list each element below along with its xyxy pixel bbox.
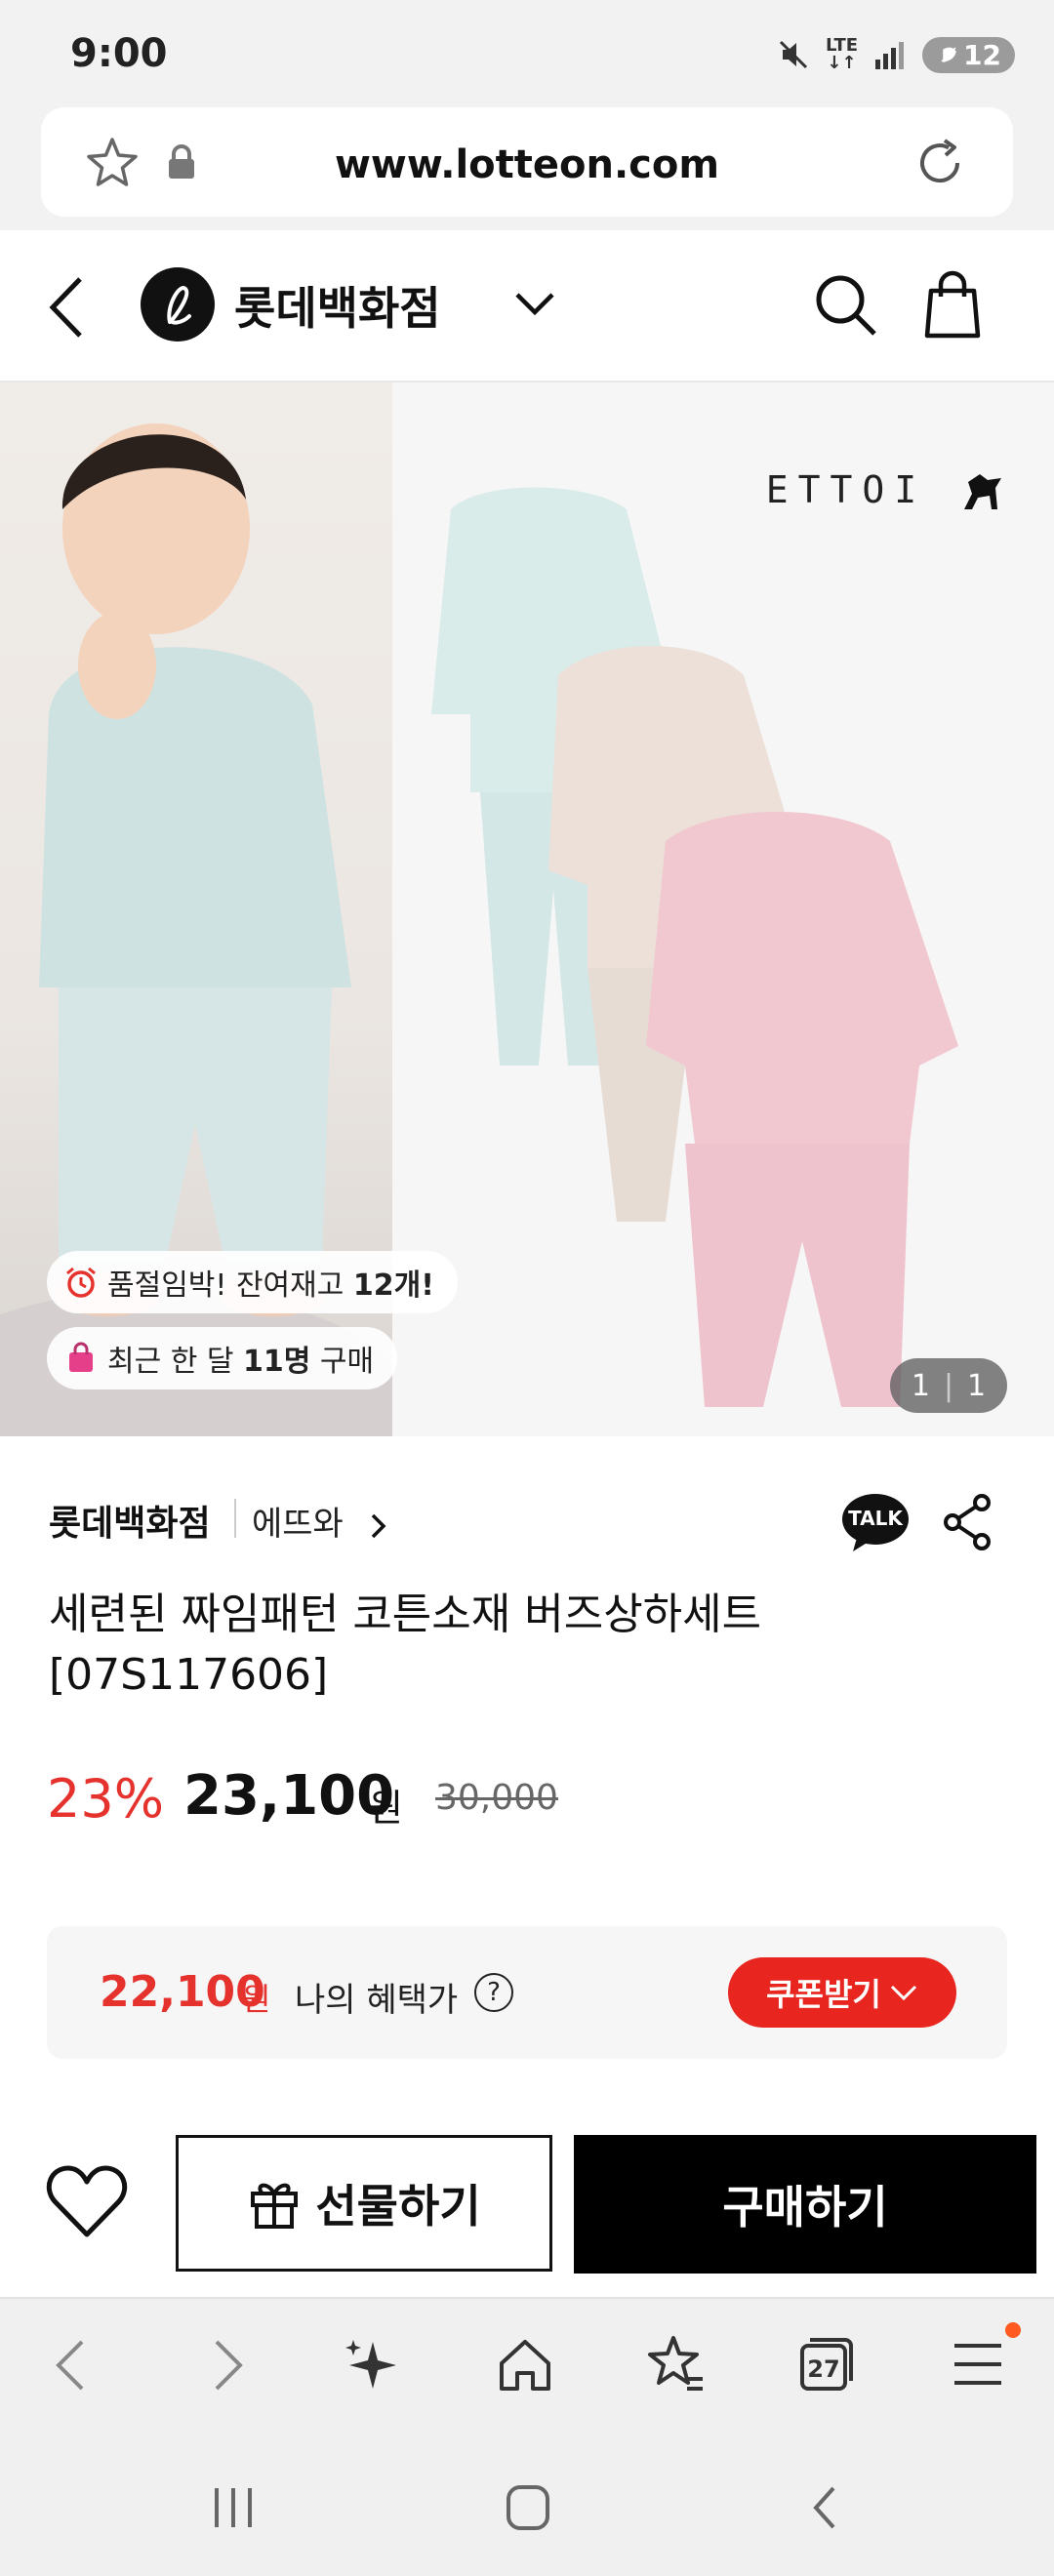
- chevron-right-icon[interactable]: [368, 1511, 389, 1541]
- store-name[interactable]: 롯데백화점: [234, 273, 441, 338]
- menu-icon[interactable]: [953, 2340, 1003, 2389]
- seller-name[interactable]: 롯데백화점: [49, 1495, 211, 1546]
- chevron-down-icon[interactable]: [513, 289, 556, 318]
- buy-button[interactable]: 구매하기: [574, 2135, 1036, 2274]
- product-title: 세련된 짜임패턴 코튼소재 버즈상하세트 [07S117606]: [49, 1590, 762, 1700]
- share-icon[interactable]: [941, 1493, 993, 1551]
- ettoi-brand-logo: ETTOI: [766, 468, 1005, 515]
- lotte-logo-icon[interactable]: [141, 267, 215, 342]
- recent-apps-icon[interactable]: [211, 2486, 256, 2529]
- battery-saver-icon: [941, 47, 956, 62]
- system-nav-bar: [0, 2434, 1054, 2576]
- shopping-bag-color-icon: [69, 1342, 93, 1372]
- chevron-down-icon[interactable]: [889, 1983, 918, 2002]
- talk-button[interactable]: TALK: [841, 1493, 910, 1553]
- benefit-currency: 원: [242, 1981, 271, 2018]
- notification-dot: [1005, 2322, 1021, 2338]
- low-stock-badge: 품절임박! 잔여재고 12개!: [47, 1251, 458, 1313]
- shopping-bag-icon[interactable]: [921, 269, 984, 340]
- low-stock-text: 품절임박! 잔여재고: [107, 1268, 353, 1303]
- sparkle-ai-icon[interactable]: [344, 2336, 402, 2395]
- browser-back-icon[interactable]: [51, 2336, 90, 2395]
- brand-link[interactable]: 에뜨와: [252, 1497, 389, 1545]
- benefit-price: 22,100: [100, 1967, 265, 2017]
- battery-level: 12: [963, 38, 1001, 71]
- divider: [234, 1499, 236, 1538]
- home-nav-icon[interactable]: [506, 2484, 550, 2531]
- gift-label[interactable]: 선물하기: [315, 2171, 480, 2235]
- benefit-price-box: 22,100 원 나의 혜택가 ? 쿠폰받기: [47, 1926, 1007, 2059]
- price-currency: 원: [369, 1787, 403, 1830]
- original-price: 30,000: [435, 1778, 558, 1818]
- sale-price: 23,100: [183, 1764, 395, 1828]
- browser-forward-icon[interactable]: [209, 2336, 248, 2395]
- product-lineup-photo: [392, 382, 1054, 1436]
- low-stock-count: 12개!: [352, 1268, 434, 1303]
- coupon-label[interactable]: 쿠폰받기: [766, 1970, 881, 2015]
- product-image[interactable]: ETTOI 품절임박! 잔여재고 12개! 최근 한 달 11명 구매 1 | …: [0, 382, 1054, 1436]
- tabs-count: 27: [807, 2355, 840, 2383]
- battery-indicator: 12: [922, 36, 1015, 73]
- back-icon[interactable]: [45, 275, 88, 340]
- wishlist-heart-icon[interactable]: [45, 2164, 129, 2240]
- home-icon[interactable]: [496, 2336, 554, 2395]
- horse-logo-icon: [964, 473, 1001, 509]
- tabs-button[interactable]: 27: [796, 2334, 857, 2395]
- talk-label: TALK: [848, 1507, 903, 1530]
- status-icons: LTE ↓↑ 12: [777, 33, 1015, 76]
- status-bar: 9:00 LTE ↓↑ 12: [0, 0, 1054, 107]
- mute-icon: [779, 40, 808, 69]
- coupon-button[interactable]: 쿠폰받기: [728, 1957, 956, 2028]
- buyers-suffix: 구매: [310, 1345, 375, 1379]
- benefit-label: 나의 혜택가: [295, 1981, 459, 2020]
- status-time: 9:00: [70, 31, 168, 76]
- browser-toolbar: 27: [0, 2297, 1054, 2435]
- gift-button[interactable]: 선물하기: [176, 2135, 552, 2272]
- lte-indicator: LTE ↓↑: [825, 35, 859, 73]
- back-nav-icon[interactable]: [810, 2484, 839, 2531]
- buy-label[interactable]: 구매하기: [722, 2172, 887, 2236]
- image-total: 1: [967, 1368, 987, 1403]
- help-icon[interactable]: ?: [474, 1973, 513, 2012]
- recent-buyers-badge: 최근 한 달 11명 구매: [47, 1327, 398, 1389]
- reload-icon[interactable]: [912, 135, 968, 191]
- address-bar[interactable]: www.lotteon.com: [41, 107, 1013, 217]
- image-index: 1: [911, 1368, 930, 1403]
- buyers-count: 11명: [243, 1345, 311, 1379]
- signal-icon: [875, 42, 905, 69]
- image-counter: 1 | 1: [890, 1358, 1007, 1413]
- alarm-clock-icon: [66, 1267, 96, 1298]
- discount-rate: 23%: [47, 1768, 165, 1830]
- gift-icon: [251, 2183, 299, 2229]
- brand-name[interactable]: 에뜨와: [252, 1505, 344, 1544]
- buyers-prefix: 최근 한 달: [107, 1345, 244, 1379]
- bookmarks-star-icon[interactable]: [644, 2334, 707, 2395]
- url-text[interactable]: www.lotteon.com: [41, 142, 1013, 187]
- search-icon[interactable]: [812, 271, 880, 340]
